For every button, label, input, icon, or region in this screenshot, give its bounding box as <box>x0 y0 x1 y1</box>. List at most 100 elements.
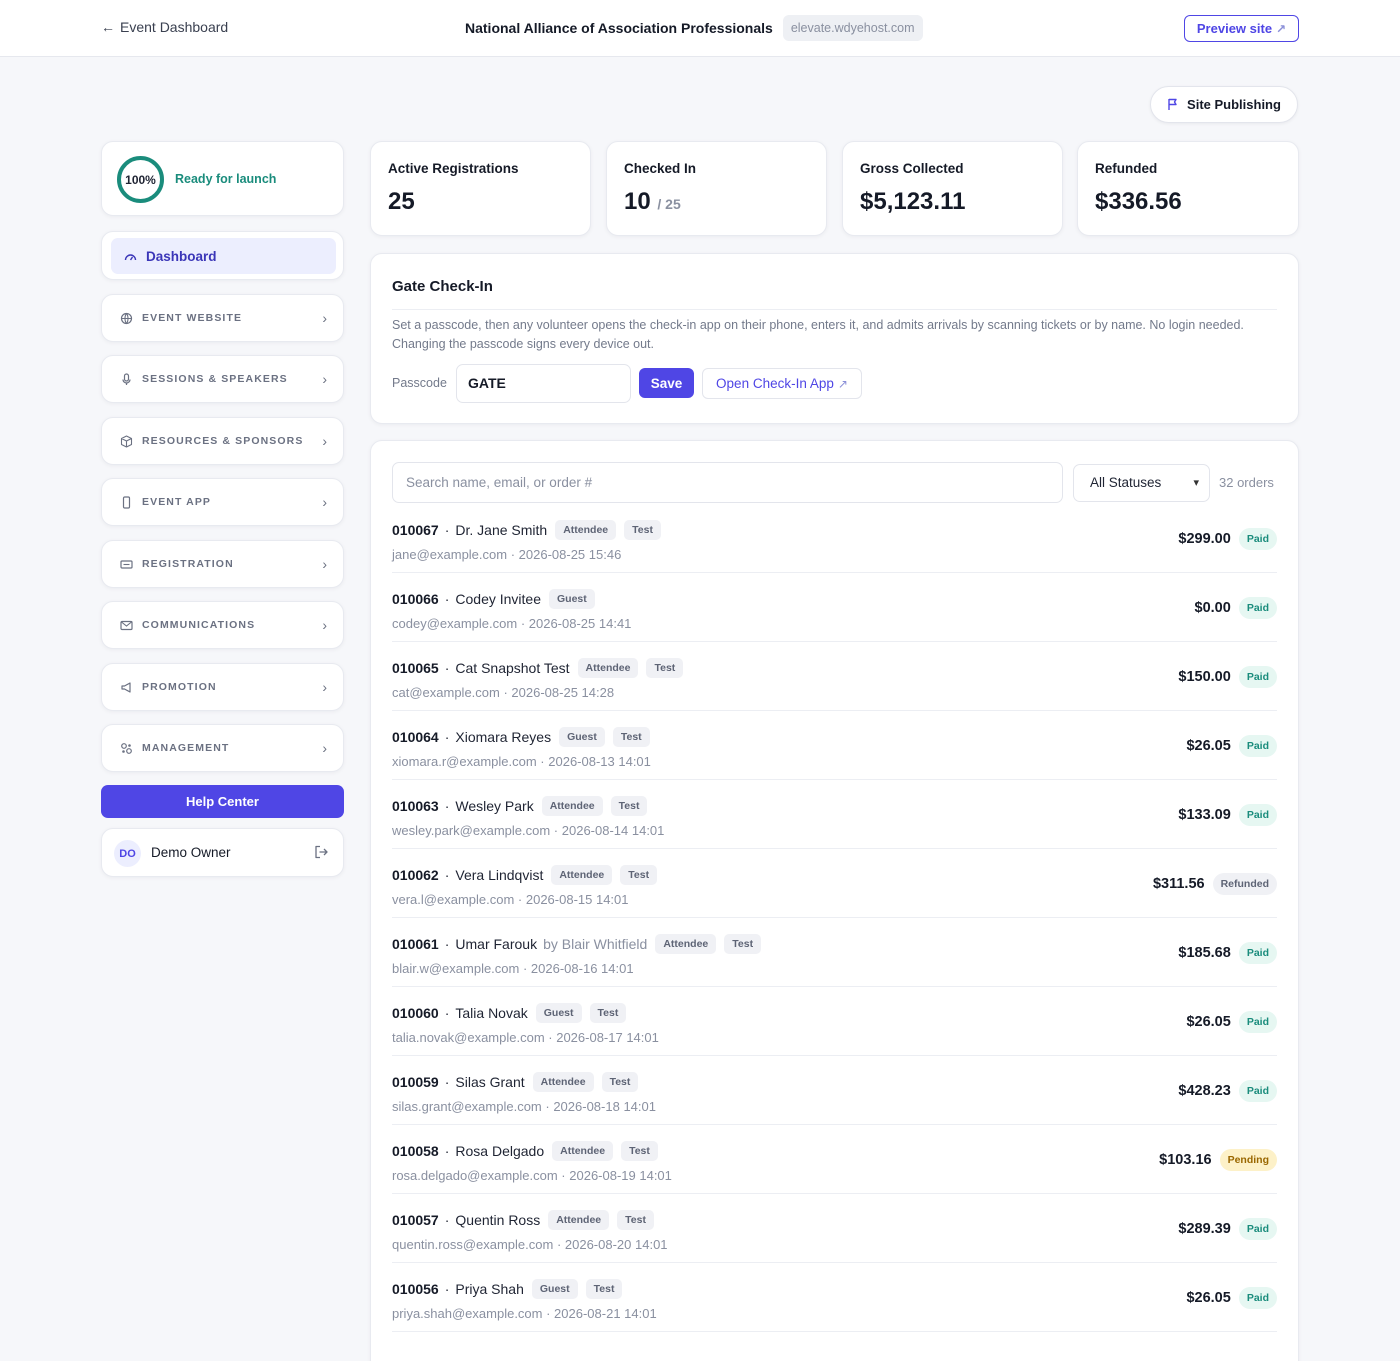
back-to-dashboard-link[interactable]: ← Event Dashboard <box>101 19 228 35</box>
order-id: 010059 <box>392 1074 439 1090</box>
chevron-right-icon: › <box>322 494 327 510</box>
status-badge: Paid <box>1238 1011 1277 1033</box>
order-amount: $26.05 <box>1186 1290 1231 1306</box>
stat-label: Checked In <box>624 161 697 176</box>
gauge-icon <box>124 250 137 263</box>
table-row[interactable]: 010062 · Vera Lindqvist Attendee Test vera.l@… <box>392 849 1277 918</box>
order-summary: $103.16 Pending <box>1159 1149 1277 1171</box>
sidebar-item-event-website[interactable]: EVENT WEBSITE › <box>101 294 344 342</box>
launch-status-card: 100% Ready for launch <box>101 141 344 216</box>
order-date: 2026-08-14 14:01 <box>561 823 665 838</box>
role-tag: Guest <box>559 727 605 747</box>
stat-label: Refunded <box>1095 161 1158 176</box>
order-email: blair.w@example.com <box>392 961 520 976</box>
sidebar-item-registration[interactable]: REGISTRATION › <box>101 540 344 588</box>
save-passcode-button[interactable]: Save <box>639 368 694 398</box>
order-meta: rosa.delgado@example.com · 2026-08-19 14… <box>392 1168 672 1183</box>
status-filter-select[interactable]: All Statuses ▾ <box>1073 464 1210 502</box>
separator: · <box>444 867 450 883</box>
sidebar-item-sessions-speakers[interactable]: SESSIONS & SPEAKERS › <box>101 355 344 403</box>
sidebar-item-label: MANAGEMENT <box>142 742 230 754</box>
order-summary: $150.00 Paid <box>1178 666 1277 688</box>
table-row[interactable]: 010056 · Priya Shah Guest Test priya.shah@exa… <box>392 1263 1277 1332</box>
launch-status-text: Ready for launch <box>175 172 277 186</box>
separator: · <box>517 616 529 631</box>
dashboard-nav-card: Dashboard <box>101 231 344 280</box>
sidebar-item-management[interactable]: MANAGEMENT › <box>101 724 344 772</box>
buyer-name: by Blair Whitfield <box>543 936 648 952</box>
stat-card-refunded: Refunded $336.56 <box>1077 141 1299 236</box>
sidebar-item-event-app[interactable]: EVENT APP › <box>101 478 344 526</box>
attendee-name: Wesley Park <box>455 798 534 814</box>
table-row[interactable]: 010064 · Xiomara Reyes Guest Test xiomara.r@e… <box>392 711 1277 780</box>
separator: · <box>444 1005 450 1021</box>
chevron-down-icon: ▾ <box>1193 477 1199 489</box>
order-date: 2026-08-15 14:01 <box>525 892 629 907</box>
sidebar-item-label: EVENT WEBSITE <box>142 312 243 324</box>
chevron-right-icon: › <box>322 679 327 695</box>
order-title: 010061 · Umar Farouk by Blair Whitfield Atte… <box>392 934 762 954</box>
table-row[interactable]: 010059 · Silas Grant Attendee Test silas.gran… <box>392 1056 1277 1125</box>
separator: · <box>444 660 450 676</box>
status-badge: Paid <box>1238 804 1277 826</box>
logout-icon[interactable] <box>313 844 329 860</box>
order-id: 010056 <box>392 1281 439 1297</box>
table-row[interactable]: 010065 · Cat Snapshot Test Attendee Test cat@… <box>392 642 1277 711</box>
open-check-in-app-button[interactable]: Open Check-In App ↗ <box>702 368 862 399</box>
attendee-name: Silas Grant <box>455 1074 525 1090</box>
sidebar-item-communications[interactable]: COMMUNICATIONS › <box>101 601 344 649</box>
order-date: 2026-08-21 14:01 <box>554 1306 657 1321</box>
role-tag: Test <box>585 1279 623 1299</box>
table-row[interactable]: 010066 · Codey Invitee Guest codey@example.c… <box>392 573 1277 642</box>
role-tag: Guest <box>531 1279 578 1299</box>
order-date: 2026-08-16 14:01 <box>530 961 634 976</box>
attendee-name: Priya Shah <box>455 1281 524 1297</box>
flag-icon <box>1167 98 1179 111</box>
table-row[interactable]: 010057 · Quentin Ross Attendee Test quentin.r… <box>392 1194 1277 1263</box>
stat-card-active-registrations: Active Registrations 25 <box>370 141 591 236</box>
sidebar-item-dashboard[interactable]: Dashboard <box>111 238 336 274</box>
order-date: 2026-08-19 14:01 <box>569 1168 672 1183</box>
sidebar-item-promotion[interactable]: PROMOTION › <box>101 663 344 711</box>
sidebar-item-resources-sponsors[interactable]: RESOURCES & SPONSORS › <box>101 417 344 465</box>
role-tag: Test <box>620 865 658 885</box>
help-center-button[interactable]: Help Center <box>101 785 344 818</box>
role-tag: Test <box>610 796 648 816</box>
table-row[interactable]: 010060 · Talia Novak Guest Test talia.novak@e… <box>392 987 1277 1056</box>
stat-card-checked-in: Checked In 10 / 25 <box>606 141 827 236</box>
separator: · <box>444 1074 450 1090</box>
preview-site-button[interactable]: Preview site ↗ <box>1184 15 1299 42</box>
separator: · <box>541 1099 554 1114</box>
order-date: 2026-08-13 14:01 <box>548 754 651 769</box>
sidebar-item-label: RESOURCES & SPONSORS <box>142 435 304 447</box>
external-link-icon: ↗ <box>1276 21 1287 36</box>
order-title: 010064 · Xiomara Reyes Guest Test <box>392 727 650 747</box>
order-summary: $299.00 Paid <box>1178 528 1277 550</box>
order-meta: silas.grant@example.com · 2026-08-18 14:… <box>392 1099 656 1114</box>
sidebar-item-label: SESSIONS & SPEAKERS <box>142 373 288 385</box>
table-row[interactable]: 010058 · Rosa Delgado Attendee Test rosa.delg… <box>392 1125 1277 1194</box>
order-amount: $428.23 <box>1178 1083 1231 1099</box>
launch-percent: 100% <box>125 172 156 187</box>
stat-number: $5,123.11 <box>860 188 966 215</box>
table-row[interactable]: 010063 · Wesley Park Attendee Test wesley.par… <box>392 780 1277 849</box>
search-input[interactable]: Search name, email, or order # <box>392 462 1063 503</box>
order-email: codey@example.com <box>392 616 518 631</box>
sidebar-item-label: PROMOTION <box>142 681 217 693</box>
separator: · <box>544 1030 557 1045</box>
order-meta: wesley.park@example.com · 2026-08-14 14:… <box>392 823 664 838</box>
table-row[interactable]: 010061 · Umar Farouk by Blair Whitfield Atte… <box>392 918 1277 987</box>
order-amount: $133.09 <box>1178 807 1231 823</box>
back-link-label: Event Dashboard <box>120 19 229 35</box>
role-tag: Attendee <box>532 1072 594 1092</box>
role-tag: Attendee <box>548 1210 610 1230</box>
status-badge: Refunded <box>1212 873 1277 895</box>
microphone-icon <box>120 372 133 386</box>
attendee-name: Umar Farouk <box>455 936 538 952</box>
stat-value: $5,123.11 <box>860 188 965 216</box>
order-amount: $26.05 <box>1186 738 1231 754</box>
divider <box>392 309 1277 310</box>
passcode-input[interactable]: GATE <box>456 364 631 403</box>
table-row[interactable]: 010067 · Dr. Jane Smith Attendee Test jane@ex… <box>392 504 1277 573</box>
site-publishing-button[interactable]: Site Publishing <box>1150 86 1298 123</box>
